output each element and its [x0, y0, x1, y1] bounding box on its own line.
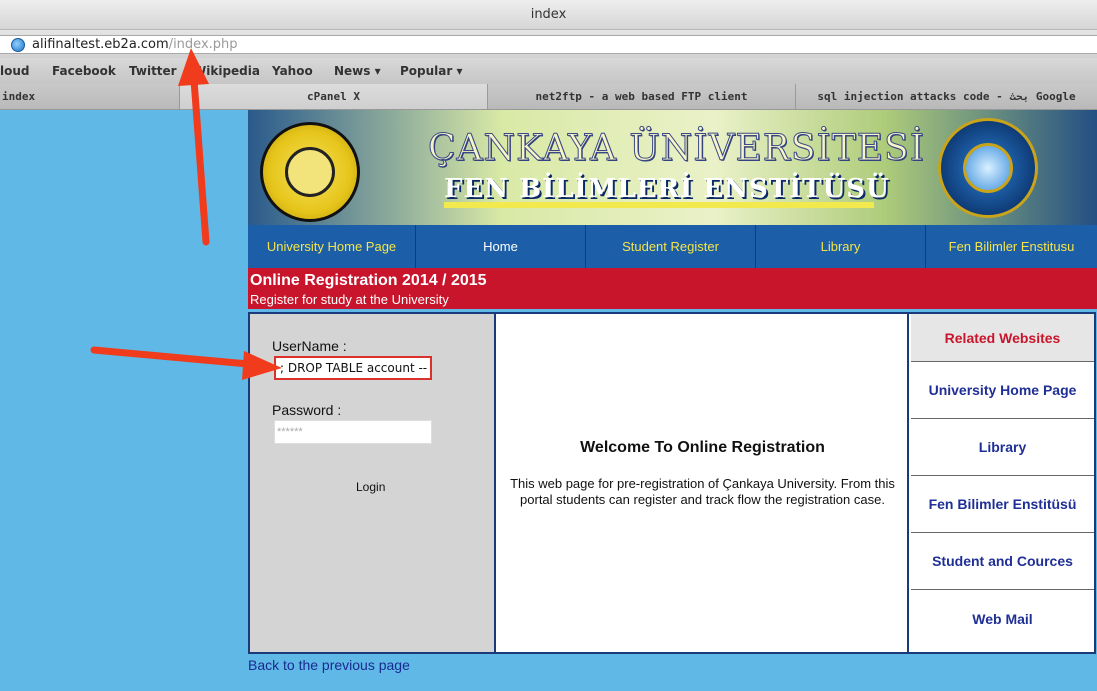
bookmark-wikipedia[interactable]: Wikipedia — [193, 64, 260, 78]
password-label: Password : — [272, 402, 342, 418]
tab-strip: index cPanel X net2ftp - a web based FTP… — [0, 84, 1097, 110]
bookmarks-bar: loud Facebook Twitter Wikipedia Yahoo Ne… — [0, 58, 1097, 84]
bookmark-facebook[interactable]: Facebook — [52, 64, 116, 78]
related-link-university-home[interactable]: University Home Page — [911, 362, 1094, 419]
username-input[interactable] — [274, 356, 432, 380]
related-link-library[interactable]: Library — [911, 419, 1094, 476]
registration-subtitle: Register for study at the University — [250, 292, 449, 307]
tab-index[interactable]: index — [0, 84, 179, 109]
related-websites-panel: Related Websites University Home Page Li… — [911, 314, 1094, 652]
welcome-panel: Welcome To Online Registration This web … — [498, 314, 909, 652]
password-input[interactable] — [274, 420, 432, 444]
url-text[interactable]: alifinaltest.eb2a.com/index.php — [32, 37, 238, 52]
window-titlebar: index — [0, 0, 1097, 30]
nav-home[interactable]: Home — [416, 225, 586, 268]
address-bar-area: alifinaltest.eb2a.com/index.php — [0, 30, 1097, 58]
back-link[interactable]: Back to the previous page — [248, 657, 410, 673]
bookmark-icloud[interactable]: loud — [0, 64, 30, 78]
tab-cpanel[interactable]: cPanel X — [179, 84, 487, 109]
registration-title: Online Registration 2014 / 2015 — [250, 272, 487, 289]
window-title: index — [530, 7, 567, 22]
welcome-title: Welcome To Online Registration — [580, 439, 825, 456]
url-path: /index.php — [168, 37, 238, 52]
related-websites-heading: Related Websites — [911, 314, 1094, 362]
related-link-fen-bilimler[interactable]: Fen Bilimler Enstitüsü — [911, 476, 1094, 533]
bookmark-twitter[interactable]: Twitter — [129, 64, 177, 78]
university-banner: ÇANKAYA ÜNİVERSİTESİ FEN BİLİMLERİ ENSTİ… — [248, 110, 1097, 225]
login-panel: UserName : Password : Login — [250, 314, 496, 652]
content-area: UserName : Password : Login Welcome To O… — [248, 312, 1096, 654]
related-link-student-courses[interactable]: Student and Cources — [911, 533, 1094, 590]
tab-google-search[interactable]: sql injection attacks code - بحث Google — [795, 84, 1097, 109]
main-nav: University Home Page Home Student Regist… — [248, 225, 1097, 268]
bookmark-news[interactable]: News ▾ — [334, 64, 381, 78]
related-link-web-mail[interactable]: Web Mail — [911, 590, 1094, 647]
welcome-text: This web page for pre-registration of Ça… — [510, 476, 895, 507]
nav-fen-bilimler[interactable]: Fen Bilimler Enstitusu — [926, 225, 1097, 268]
login-button[interactable]: Login — [356, 480, 385, 494]
url-host: alifinaltest.eb2a.com — [32, 37, 169, 52]
institute-globe-logo — [938, 118, 1038, 218]
bookmark-popular[interactable]: Popular ▾ — [400, 64, 463, 78]
username-label: UserName : — [272, 338, 347, 354]
nav-library[interactable]: Library — [756, 225, 926, 268]
banner-university-name: ÇANKAYA ÜNİVERSİTESİ — [428, 128, 925, 170]
globe-icon — [11, 38, 25, 52]
bookmark-yahoo[interactable]: Yahoo — [272, 64, 313, 78]
banner-institute-name: FEN BİLİMLERİ ENSTİTÜSÜ — [444, 174, 890, 204]
tab-net2ftp[interactable]: net2ftp - a web based FTP client — [487, 84, 795, 109]
address-bar[interactable]: alifinaltest.eb2a.com/index.php — [0, 35, 1097, 54]
nav-university-home[interactable]: University Home Page — [248, 225, 416, 268]
nav-student-register[interactable]: Student Register — [586, 225, 756, 268]
registration-header: Online Registration 2014 / 2015 Register… — [248, 268, 1097, 309]
university-seal-logo — [260, 122, 360, 222]
